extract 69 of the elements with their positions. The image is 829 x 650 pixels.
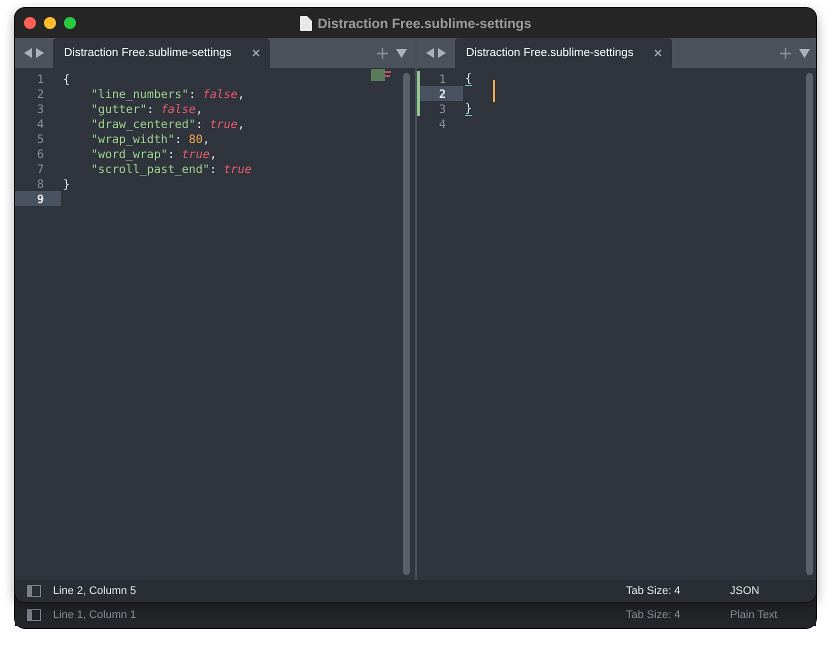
- file-tab[interactable]: Distraction Free.sublime-settings: [53, 38, 270, 68]
- code-token: "draw_centered": [91, 116, 196, 130]
- forward-icon[interactable]: [438, 48, 446, 58]
- close-button[interactable]: [24, 17, 36, 29]
- code-token: false: [202, 86, 238, 100]
- code-token: :: [146, 102, 154, 116]
- line-number: 2: [36, 86, 45, 101]
- code-token: :: [210, 162, 217, 176]
- line-number: 7: [36, 161, 45, 176]
- cursor-position: Line 2, Column 5: [53, 585, 136, 597]
- code-token: true: [182, 146, 210, 160]
- line-number: 3: [36, 101, 45, 116]
- code-editor[interactable]: 1 { 2 3 } 4: [417, 68, 816, 580]
- window-title: Distraction Free.sublime-settings: [318, 16, 532, 30]
- sidebar-toggle-icon[interactable]: [27, 609, 41, 621]
- line-number: 3: [417, 101, 463, 116]
- code-token: ,: [210, 146, 217, 160]
- code-token: :: [196, 116, 203, 130]
- caret-icon[interactable]: [396, 48, 407, 58]
- back-icon[interactable]: [24, 48, 32, 58]
- scrollbar[interactable]: [403, 73, 410, 575]
- code-token: {: [465, 71, 472, 86]
- code-token: false: [160, 102, 196, 116]
- code-token: "gutter": [91, 102, 147, 116]
- plus-icon[interactable]: [780, 48, 791, 58]
- file-tab[interactable]: Distraction Free.sublime-settings: [455, 38, 672, 68]
- document-icon: [300, 16, 312, 30]
- line-number: 6: [36, 146, 45, 161]
- line-number: 9: [15, 191, 61, 206]
- forward-icon[interactable]: [36, 48, 44, 58]
- code-token: true: [224, 162, 252, 176]
- back-icon[interactable]: [426, 48, 434, 58]
- minimap-drawing: [371, 69, 393, 81]
- code-token: :: [168, 146, 175, 160]
- caret-icon[interactable]: [799, 48, 810, 58]
- zoom-button[interactable]: [64, 17, 76, 29]
- code-editor[interactable]: 1 { 2 "line_numbers": false, 3 "gutter": false, 4 "draw_centered": true, 5 "wrap_width": 80, 6 "word_wrap": true, 7 "scroll_past_end": true 8 } 9: [15, 68, 415, 580]
- tab-size-label[interactable]: Tab Size: 4: [626, 585, 730, 597]
- sidebar-toggle-icon[interactable]: [27, 585, 41, 597]
- code-token: 80: [188, 132, 203, 146]
- code-token: ,: [202, 132, 210, 146]
- close-icon[interactable]: [252, 49, 260, 57]
- syntax-label[interactable]: JSON: [730, 585, 786, 597]
- code-token: "word_wrap": [91, 146, 168, 160]
- cursor-position: Line 1, Column 1: [53, 609, 136, 621]
- code-token: {: [63, 72, 70, 86]
- scrollbar[interactable]: [806, 73, 813, 575]
- code-token: }: [63, 176, 70, 190]
- code-token: "scroll_past_end": [91, 162, 210, 176]
- code-token: :: [188, 86, 196, 100]
- minimize-button[interactable]: [44, 17, 56, 29]
- code-token: "line_numbers": [91, 86, 189, 100]
- code-token: ,: [238, 86, 245, 100]
- tab-size-label[interactable]: Tab Size: 4: [626, 609, 730, 621]
- plus-icon[interactable]: [377, 48, 388, 58]
- line-number: 1: [36, 71, 45, 86]
- syntax-label[interactable]: Plain Text: [730, 609, 786, 621]
- line-number: 4: [36, 116, 45, 131]
- code-token: true: [210, 116, 238, 130]
- line-number: 8: [36, 176, 45, 191]
- code-token: :: [174, 132, 182, 146]
- code-token: ,: [238, 116, 245, 130]
- line-number: 2: [417, 86, 463, 101]
- line-number: 5: [36, 131, 45, 146]
- close-icon[interactable]: [654, 49, 662, 57]
- line-number: 4: [438, 116, 447, 131]
- code-token: }: [465, 101, 472, 116]
- code-token: ,: [196, 102, 203, 116]
- code-token: "wrap_width": [91, 132, 175, 146]
